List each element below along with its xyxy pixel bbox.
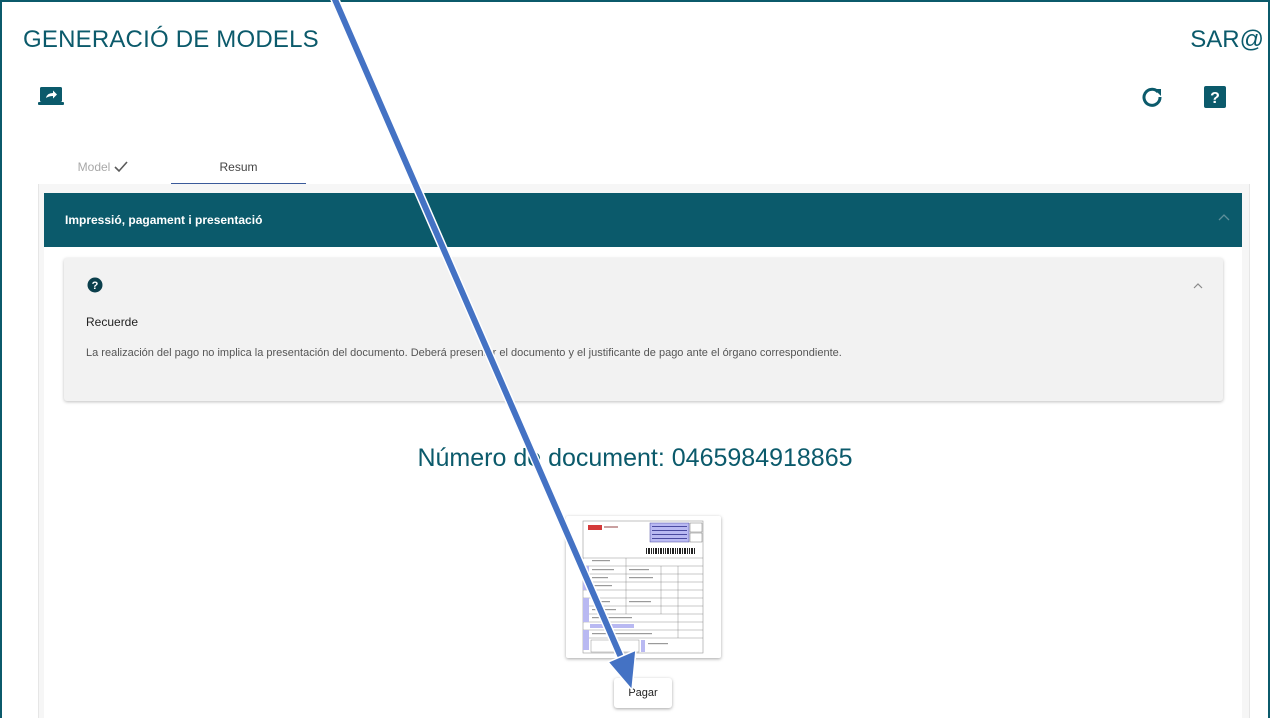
- chevron-up-icon: [1218, 214, 1230, 221]
- document-number: Número de document: 0465984918865: [417, 444, 853, 472]
- tab-resum[interactable]: Resum: [171, 150, 306, 185]
- refresh-icon: [1142, 87, 1162, 107]
- document-preview-image: [582, 520, 704, 654]
- tab-model[interactable]: Model: [38, 150, 168, 184]
- app-brand: SAR@: [1190, 26, 1264, 53]
- tab-resum-label: Resum: [219, 160, 258, 174]
- app-title: GENERACIÓ DE MODELS: [23, 26, 319, 53]
- help-icon: ?: [1204, 86, 1226, 108]
- question-circle-icon: ?: [87, 277, 103, 293]
- document-thumbnail[interactable]: [566, 516, 721, 658]
- svg-text:?: ?: [92, 280, 99, 292]
- panel-header[interactable]: Impressió, pagament i presentació: [44, 193, 1242, 247]
- check-icon: [114, 161, 128, 173]
- info-title: Recuerde: [86, 315, 139, 329]
- panel-title: Impressió, pagament i presentació: [65, 213, 263, 227]
- pay-button[interactable]: Pagar: [614, 678, 672, 708]
- info-text: La realización del pago no implica la pr…: [86, 347, 842, 359]
- chevron-up-icon[interactable]: [1193, 282, 1203, 289]
- share-screen-icon: [38, 87, 64, 105]
- share-screen-button[interactable]: [38, 86, 64, 106]
- tab-model-label: Model: [77, 160, 111, 174]
- svg-text:?: ?: [1210, 90, 1220, 107]
- refresh-button[interactable]: [1140, 85, 1164, 109]
- help-button[interactable]: ?: [1203, 85, 1227, 109]
- step-tabs: Model Resum: [38, 150, 1248, 185]
- info-card: ? Recuerde La realización del pago no im…: [64, 258, 1223, 401]
